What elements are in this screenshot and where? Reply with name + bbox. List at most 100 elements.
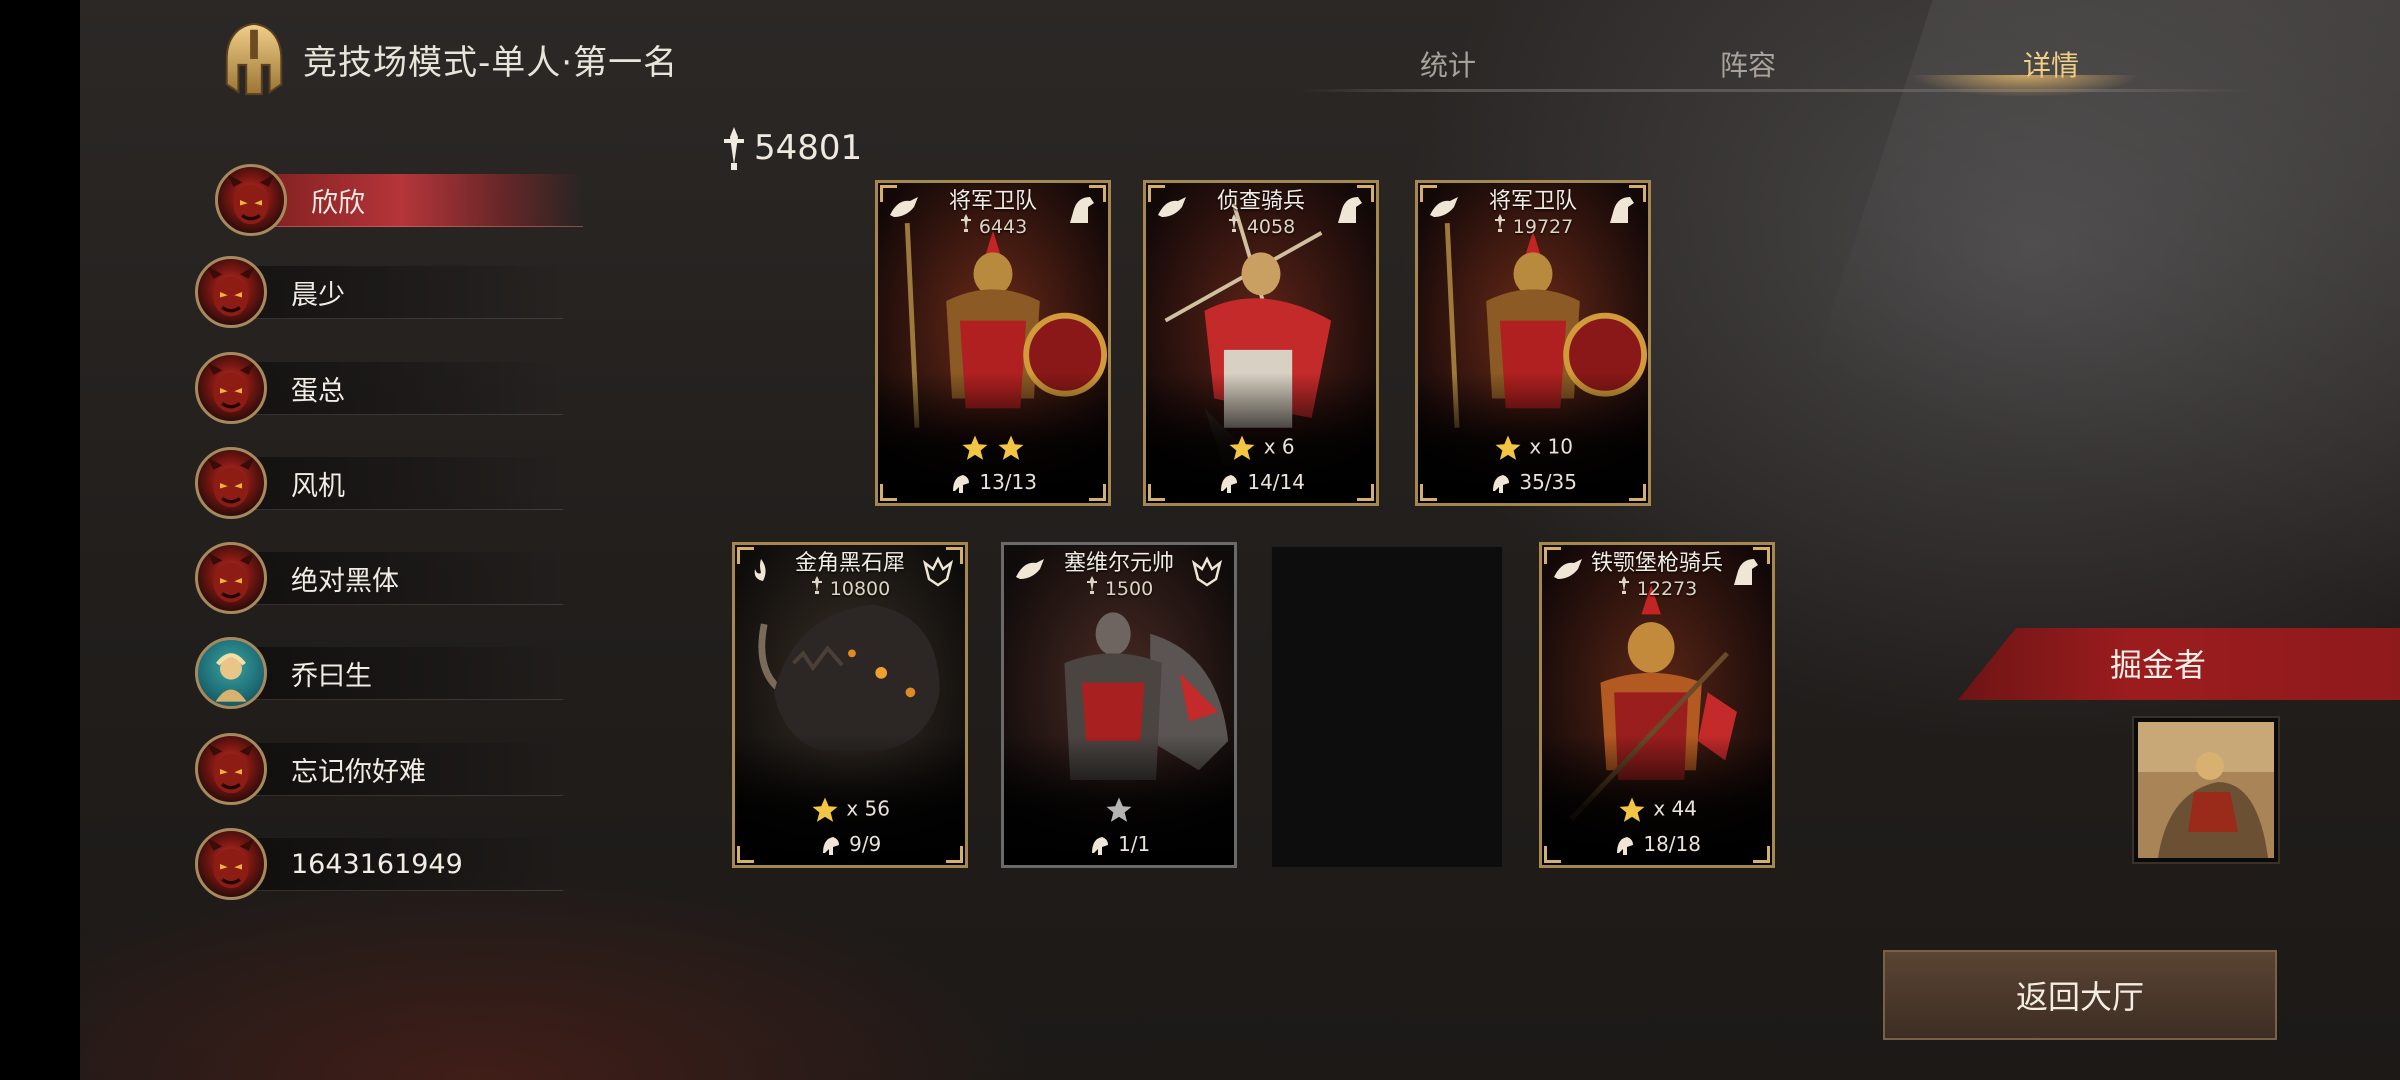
unit-troops-value: 35/35 <box>1519 469 1577 494</box>
avatar <box>195 542 267 614</box>
avatar <box>195 352 267 424</box>
character-portrait-icon <box>215 653 247 702</box>
empty-unit-slot[interactable] <box>1271 546 1503 868</box>
corner-ornament <box>1629 484 1646 501</box>
helmet-icon <box>225 22 283 96</box>
power-sword-icon <box>1086 576 1097 594</box>
unit-card[interactable]: 将军卫队 6443 13/13 <box>875 180 1111 506</box>
unit-card[interactable]: 侦查骑兵 4058 x 6 14/14 <box>1143 180 1379 506</box>
avatar <box>195 733 267 805</box>
player-name: 绝对黑体 <box>291 565 399 597</box>
star-icon <box>812 797 838 822</box>
player-item[interactable]: 风机 <box>195 447 563 519</box>
corner-ornament <box>1753 846 1770 863</box>
unit-power-value: 19727 <box>1512 216 1574 238</box>
power-sword-icon <box>1618 576 1629 594</box>
unit-rank: x 10 <box>1418 433 1648 463</box>
player-item[interactable]: 欣欣 <box>215 164 583 236</box>
return-lobby-button[interactable]: 返回大厅 <box>1883 950 2277 1040</box>
unit-power: 4058 <box>1146 213 1376 238</box>
corner-ornament <box>946 547 963 564</box>
commander-portrait-art <box>2138 722 2274 858</box>
player-bar <box>233 266 563 319</box>
demon-mask-icon <box>206 456 256 508</box>
star-icon <box>1495 435 1521 460</box>
corner-ornament <box>1089 185 1106 202</box>
header-title-group: 竞技场模式-单人·第一名 <box>215 20 678 98</box>
corner-ornament <box>1420 185 1437 202</box>
star-icon <box>1106 797 1132 822</box>
star-icon <box>1229 435 1255 460</box>
player-bar <box>233 457 563 510</box>
title-banner-label: 掘金者 <box>2110 646 2207 684</box>
corner-ornament <box>737 547 754 564</box>
unit-troops: 35/35 <box>1418 470 1648 496</box>
tab-lineup[interactable]: 阵容 <box>1720 44 1776 84</box>
corner-ornament <box>1148 484 1165 501</box>
player-item[interactable]: 忘记你好难 <box>195 733 563 805</box>
corner-ornament <box>1753 547 1770 564</box>
player-name: 乔曰生 <box>291 660 372 692</box>
commander-portrait[interactable] <box>2134 718 2278 862</box>
helmet-troops-icon <box>822 837 839 855</box>
helmet-troops-icon <box>1091 837 1108 855</box>
unit-troops-value: 9/9 <box>849 831 882 856</box>
unit-power-value: 10800 <box>829 578 891 600</box>
corner-ornament <box>1357 185 1374 202</box>
page-title: 竞技场模式-单人·第一名 <box>303 42 679 83</box>
unit-card[interactable]: 金角黑石犀 10800 x 56 9/9 <box>732 542 968 868</box>
demon-mask-icon <box>206 265 256 317</box>
unit-name: 将军卫队 <box>948 189 1037 214</box>
avatar <box>195 828 267 900</box>
player-item[interactable]: 绝对黑体 <box>195 542 563 614</box>
unit-rank <box>1004 795 1234 825</box>
corner-ornament <box>1148 185 1165 202</box>
player-name: 欣欣 <box>311 187 365 219</box>
tab-statistics[interactable]: 统计 <box>1420 44 1476 84</box>
unit-troops-value: 18/18 <box>1643 831 1701 856</box>
avatar <box>195 447 267 519</box>
unit-rank <box>878 433 1108 463</box>
unit-troops: 9/9 <box>735 832 965 858</box>
player-item[interactable]: 1643161949 <box>195 828 563 900</box>
power-sword-icon <box>811 576 822 594</box>
unit-card[interactable]: 铁颚堡枪骑兵 12273 x 44 18/18 <box>1539 542 1775 868</box>
unit-power-value: 12273 <box>1636 578 1698 600</box>
corner-ornament <box>1629 185 1646 202</box>
unit-troops: 14/14 <box>1146 470 1376 496</box>
avatar <box>215 164 287 236</box>
player-item[interactable]: 蛋总 <box>195 352 563 424</box>
corner-ornament <box>880 484 897 501</box>
unit-power: 12273 <box>1542 575 1772 600</box>
unit-name: 将军卫队 <box>1488 189 1577 214</box>
result-screen <box>80 0 2400 1080</box>
corner-ornament <box>1420 484 1437 501</box>
corner-ornament <box>880 185 897 202</box>
unit-troops: 18/18 <box>1542 832 1772 858</box>
star-icon <box>1619 797 1645 822</box>
player-name: 1643161949 <box>291 848 463 880</box>
unit-power: 10800 <box>735 575 965 600</box>
unit-card[interactable]: 塞维尔元帅 1500 1/1 <box>1001 542 1237 868</box>
corner-ornament <box>1357 484 1374 501</box>
corner-ornament <box>1544 547 1561 564</box>
unit-rank: x 44 <box>1542 795 1772 825</box>
player-item[interactable]: 乔曰生 <box>195 637 563 709</box>
corner-ornament <box>946 846 963 863</box>
power-sword-icon <box>1228 214 1239 232</box>
unit-troops-value: 13/13 <box>979 469 1037 494</box>
active-tab-glow <box>1910 75 2140 97</box>
demon-mask-icon <box>206 551 256 603</box>
star-icon <box>962 435 988 460</box>
player-name: 风机 <box>291 470 345 502</box>
unit-card[interactable]: 将军卫队 19727 x 10 35/35 <box>1415 180 1651 506</box>
unit-rank-value: x 6 <box>1263 434 1295 459</box>
avatar <box>195 637 267 709</box>
unit-rank-value: x 44 <box>1653 796 1697 821</box>
unit-name: 塞维尔元帅 <box>1063 551 1174 576</box>
player-item[interactable]: 晨少 <box>195 256 563 328</box>
player-bar <box>233 647 563 700</box>
unit-troops: 1/1 <box>1004 832 1234 858</box>
unit-power: 1500 <box>1004 575 1234 600</box>
return-lobby-label: 返回大厅 <box>2015 978 2144 1016</box>
